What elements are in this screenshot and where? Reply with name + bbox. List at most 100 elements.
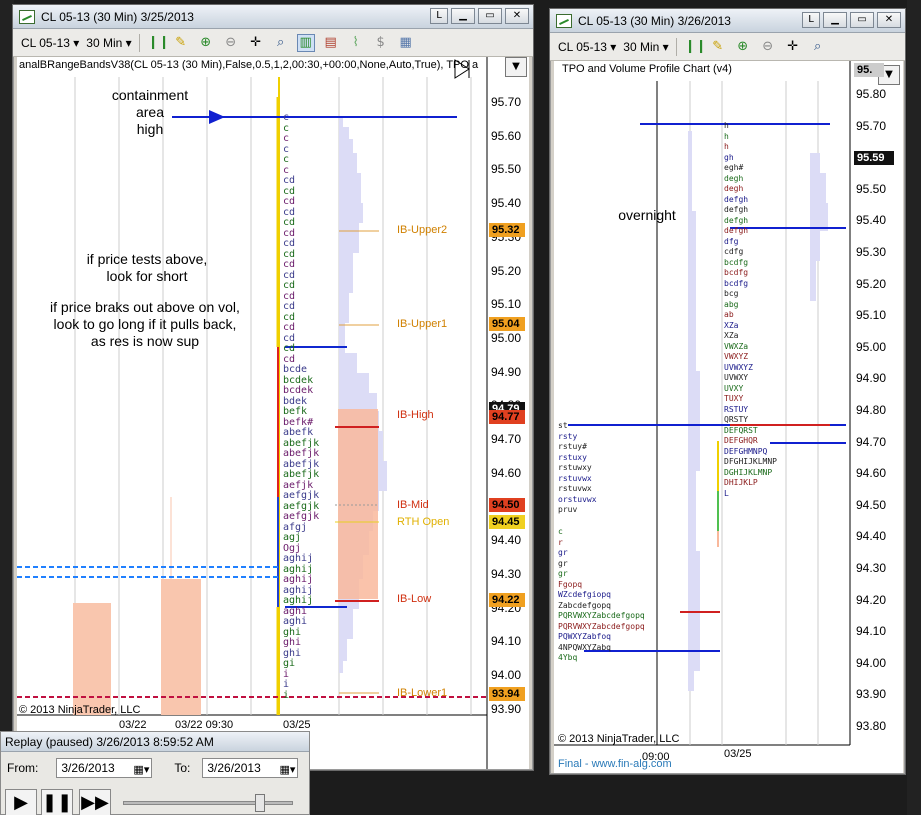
candle-body: [73, 603, 111, 715]
price-axis-label: 95.30: [856, 245, 887, 259]
tpo-row: rsty: [558, 431, 578, 441]
tpo-row: gr: [558, 548, 568, 557]
note-overnight: overnight: [618, 207, 676, 223]
magnifier-icon[interactable]: ⌕: [272, 34, 290, 52]
footer-link[interactable]: Final - www.fin-alg.com: [558, 758, 672, 770]
magnifier-icon[interactable]: ⌕: [809, 38, 827, 56]
tpo-row: cd: [283, 217, 296, 228]
close-button[interactable]: ✕: [877, 12, 901, 28]
right-tpo-overnight-low: c r gr gr gr Fgopq WZcdefgiopq Zabcdefgopq PQRVW…: [558, 527, 645, 664]
tpo-row: c: [283, 112, 290, 123]
date-label: 03/25: [283, 719, 311, 731]
properties-icon[interactable]: ▦: [397, 34, 415, 52]
pause-button[interactable]: ❚❚: [41, 789, 73, 815]
bar-type-icon[interactable]: ❙❙: [684, 38, 707, 56]
calendar-icon[interactable]: ▦▾: [279, 761, 295, 779]
dollar-icon[interactable]: $: [372, 34, 390, 52]
instrument-selector[interactable]: CL 05-13 ▾: [21, 36, 79, 50]
zoom-out-icon[interactable]: ⊖: [759, 38, 777, 56]
left-window-title: CL 05-13 (30 Min) 3/25/2013: [41, 9, 194, 24]
from-date-input[interactable]: 3/26/2013 ▦▾: [56, 758, 153, 779]
ib-mid-label: IB-Mid: [397, 499, 429, 511]
tpo-row: cd: [283, 343, 296, 354]
left-chart-window[interactable]: CL 05-13 (30 Min) 3/25/2013 L ▁ ▭ ✕ CL 0…: [12, 4, 534, 771]
top-price-tag: 95.: [854, 63, 884, 77]
tpo-row: bcdfg: [724, 257, 749, 267]
replay-speed-slider[interactable]: [123, 801, 293, 805]
link-button[interactable]: L: [430, 8, 448, 24]
tpo-row: orstuvwx: [558, 494, 597, 504]
price-axis-label: 94.30: [856, 561, 887, 575]
tpo-row: cd: [283, 322, 296, 333]
right-chart-panel[interactable]: TPO and Volume Profile Chart (v4) ▼ hhhg…: [554, 61, 903, 773]
zoom-out-icon[interactable]: ⊖: [222, 34, 240, 52]
pencil-icon[interactable]: ✎: [709, 38, 727, 56]
tpo-row: 4NPQWXYZabq: [558, 642, 611, 652]
price-axis-label: 95.40: [856, 213, 887, 228]
price-axis-label: 94.40: [491, 533, 522, 548]
indicators-icon[interactable]: ▤: [322, 34, 340, 52]
strategy-icon[interactable]: ⌇: [347, 34, 365, 52]
pencil-icon[interactable]: ✎: [172, 34, 190, 52]
chart-menu-dropdown[interactable]: ▼: [505, 57, 527, 77]
tpo-row: PQWXYZabfoq: [558, 632, 611, 641]
close-button[interactable]: ✕: [505, 8, 529, 24]
play-button[interactable]: ▶: [5, 789, 37, 815]
tpo-row: i: [283, 689, 290, 701]
left-copyright: © 2013 NinjaTrader, LLC: [19, 704, 141, 716]
candle-body: [161, 579, 201, 715]
crosshair-icon[interactable]: ✛: [784, 38, 802, 56]
ib-low-label: IB-Low: [397, 593, 432, 605]
from-label: From:: [7, 761, 39, 775]
calendar-icon[interactable]: ▦▾: [133, 761, 149, 779]
maximize-button[interactable]: ▭: [850, 12, 874, 28]
link-button[interactable]: L: [802, 12, 820, 28]
price-axis-label: 95.70: [491, 95, 522, 109]
tpo-row: XZa: [724, 331, 739, 340]
tpo-row: bcdfg: [724, 278, 749, 288]
tpo-row: aefgjk: [283, 490, 320, 501]
right-chart-window[interactable]: CL 05-13 (30 Min) 3/26/2013 L ▁ ▭ ✕ CL 0…: [549, 8, 906, 775]
price-axis-label: 94.60: [856, 466, 887, 481]
tpo-row: cd: [283, 196, 296, 207]
to-date-input[interactable]: 3/26/2013 ▦▾: [202, 758, 299, 779]
tpo-row: defgh: [724, 205, 749, 214]
crosshair-icon[interactable]: ✛: [247, 34, 265, 52]
tpo-row: bcdfg: [724, 268, 749, 277]
tpo-row: QRSTY: [724, 415, 749, 424]
chart-app-icon: [19, 9, 35, 24]
bar-type-icon[interactable]: ❙❙: [147, 34, 170, 52]
fast-forward-button[interactable]: ▶▶: [79, 789, 111, 815]
tpo-row: aefgjk: [283, 511, 320, 522]
tpo-row: rstuy#: [558, 442, 587, 451]
tpo-row: degh: [724, 184, 744, 193]
tpo-row: r: [558, 537, 563, 547]
replay-speed-thumb[interactable]: [255, 794, 265, 812]
tpo-row: c: [558, 527, 563, 536]
data-box-icon[interactable]: ▥: [296, 33, 315, 52]
price-axis-label: 94.10: [856, 624, 887, 639]
price-axis-label: 94.40: [856, 529, 887, 544]
zoom-in-icon[interactable]: ⊕: [734, 38, 752, 56]
interval-selector[interactable]: 30 Min ▾: [86, 36, 131, 50]
left-chart-panel[interactable]: analBRangeBandsV38(CL 05-13 (30 Min),Fal…: [17, 57, 529, 769]
minimize-button[interactable]: ▁: [451, 8, 475, 24]
price-axis-label: 95.10: [856, 308, 887, 323]
ib-lower1-label: IB-Lower1: [397, 687, 448, 699]
tpo-row: DHIJKLP: [724, 478, 758, 487]
zoom-in-icon[interactable]: ⊕: [197, 34, 215, 52]
tpo-row: gh: [724, 152, 734, 162]
interval-selector[interactable]: 30 Min ▾: [623, 40, 668, 54]
price-axis-label: 94.90: [491, 364, 522, 379]
left-titlebar[interactable]: CL 05-13 (30 Min) 3/25/2013 L ▁ ▭ ✕: [13, 5, 533, 29]
price-axis-label: 94.00: [856, 655, 887, 670]
price-axis-label: 95.10: [491, 297, 522, 312]
maximize-button[interactable]: ▭: [478, 8, 502, 24]
tpo-row: ab: [724, 310, 734, 319]
right-titlebar[interactable]: CL 05-13 (30 Min) 3/26/2013 L ▁ ▭ ✕: [550, 9, 905, 33]
minimize-button[interactable]: ▁: [823, 12, 847, 28]
tpo-row: gr: [558, 569, 568, 578]
tpo-row: bcg: [724, 289, 739, 298]
tpo-row: WZcdefgiopq: [558, 590, 611, 599]
instrument-selector[interactable]: CL 05-13 ▾: [558, 40, 616, 54]
